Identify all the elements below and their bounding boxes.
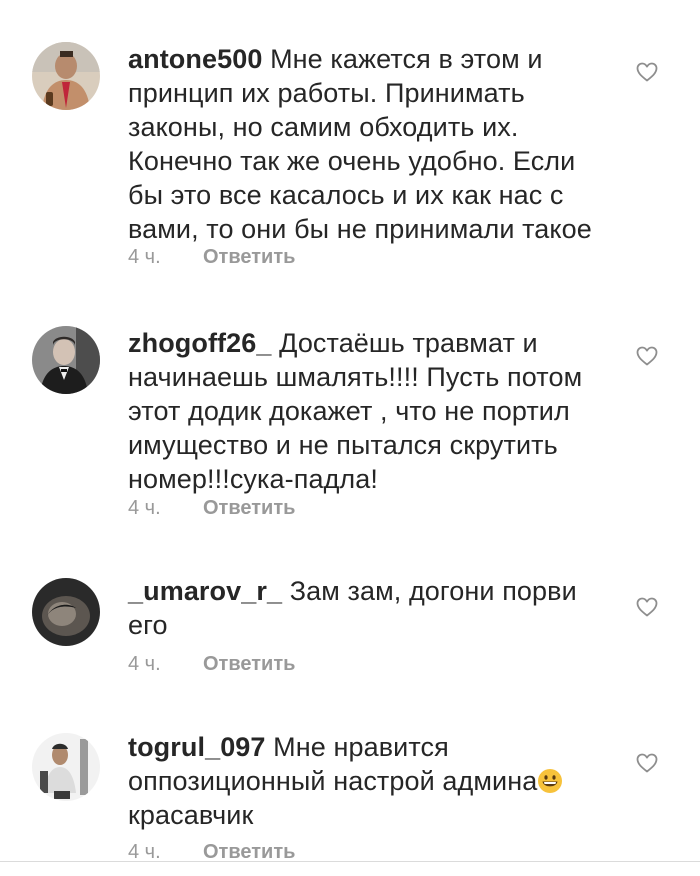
comment-body: zhogoff26_ Достаёшь травмат и начинаешь … [128, 326, 608, 496]
comment-body: togrul_097 Мне нравится оппозиционный на… [128, 730, 608, 832]
reply-button[interactable]: Ответить [203, 497, 295, 519]
grinning-face-emoji [537, 768, 563, 794]
comment-time: 4 ч. [128, 497, 161, 519]
avatar[interactable] [32, 42, 100, 110]
comment-text-continued: красавчик [128, 800, 254, 830]
avatar[interactable] [32, 733, 100, 801]
bottom-divider [0, 861, 700, 862]
reply-button[interactable]: Ответить [203, 841, 295, 863]
heart-outline-icon[interactable] [636, 597, 658, 617]
comment-meta: 4 ч. Ответить [128, 496, 295, 520]
comment-meta: 4 ч. Ответить [128, 652, 295, 676]
comment-username[interactable]: _umarov_r_ [128, 576, 282, 606]
comment-text: Мне кажется в этом и принцип их работы. … [128, 44, 592, 244]
comment-body: antone500 Мне кажется в этом и принцип и… [128, 42, 608, 246]
heart-outline-icon[interactable] [636, 753, 658, 773]
reply-button[interactable]: Ответить [203, 653, 295, 675]
avatar[interactable] [32, 326, 100, 394]
comment-meta: 4 ч. Ответить [128, 245, 295, 269]
reply-button[interactable]: Ответить [203, 246, 295, 268]
heart-outline-icon[interactable] [636, 346, 658, 366]
comment-username[interactable]: togrul_097 [128, 732, 266, 762]
comment-body: _umarov_r_ Зам зам, догони порви его [128, 574, 608, 642]
avatar[interactable] [32, 578, 100, 646]
comment-time: 4 ч. [128, 246, 161, 268]
comment-username[interactable]: antone500 [128, 44, 262, 74]
comment-username[interactable]: zhogoff26_ [128, 328, 272, 358]
heart-outline-icon[interactable] [636, 62, 658, 82]
comment-time: 4 ч. [128, 653, 161, 675]
